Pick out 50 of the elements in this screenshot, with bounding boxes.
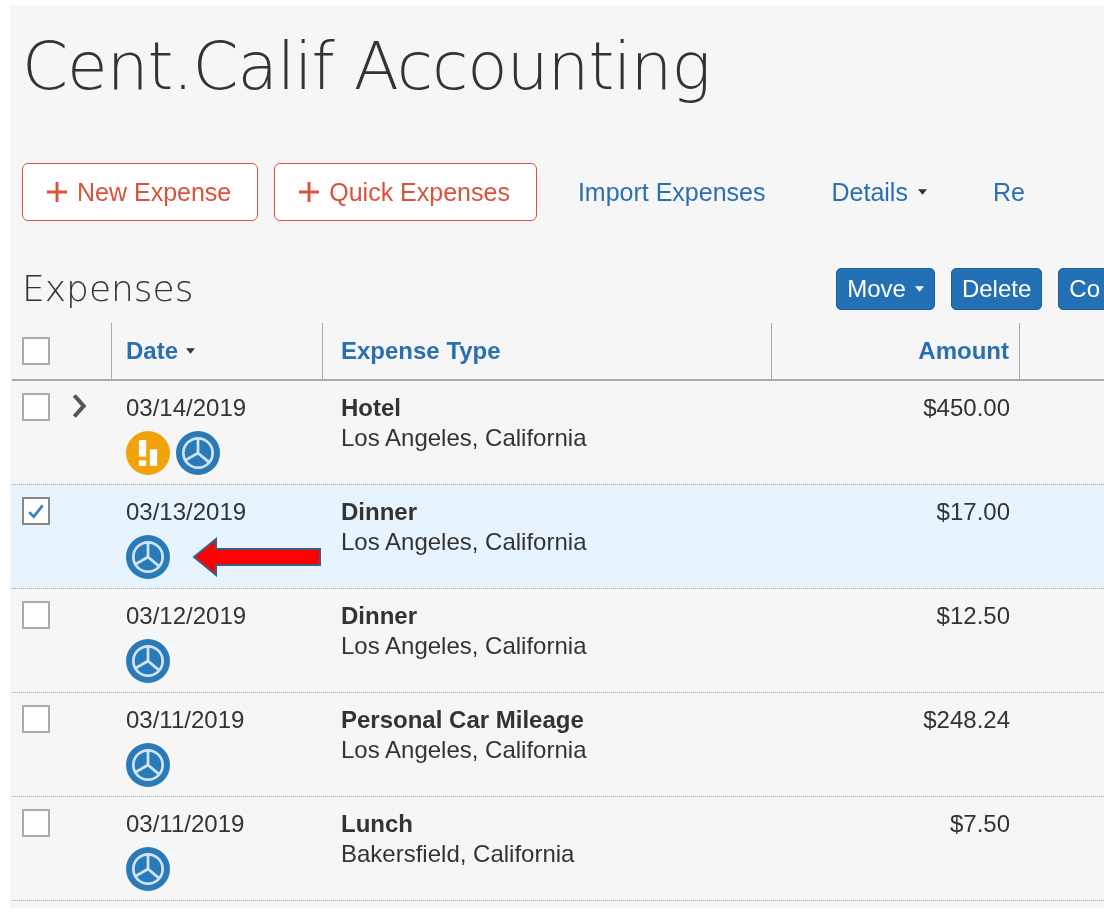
toolbar-menu[interactable]: Details <box>806 177 952 207</box>
date-text: 03/13/2019 <box>126 497 248 527</box>
checkbox[interactable] <box>22 337 50 365</box>
date-text: 03/12/2019 <box>126 601 248 631</box>
toolbar-button[interactable]: New Expense <box>22 163 259 221</box>
expense-type: Dinner <box>341 497 418 527</box>
table-row[interactable]: 03/13/2019 Dinner Los Angeles, California $17.00 <box>12 485 1104 589</box>
plus-icon <box>47 182 67 202</box>
amount-text: $12.50 <box>935 601 1010 631</box>
check-icon <box>27 503 45 519</box>
date-text: 03/14/2019 <box>126 393 248 423</box>
location-text: Bakersfield, California <box>341 839 576 869</box>
column-header[interactable]: Expense Type <box>341 337 501 365</box>
location-text: Los Angeles, California <box>341 423 588 453</box>
checkbox[interactable] <box>22 809 50 837</box>
toolbar-button[interactable]: Quick Expenses <box>274 163 537 221</box>
pie-chart-icon <box>126 639 170 683</box>
checkbox[interactable] <box>22 601 50 629</box>
amount-text: $17.00 <box>935 497 1010 527</box>
date-text: 03/11/2019 <box>126 705 246 735</box>
amount-text: $7.50 <box>948 809 1010 839</box>
action-button[interactable]: Delete <box>950 268 1043 310</box>
location-text: Los Angeles, California <box>341 527 588 557</box>
amount-text: $450.00 <box>922 393 1010 423</box>
location-text: Los Angeles, California <box>341 631 588 661</box>
pie-chart-icon <box>126 535 170 579</box>
expense-type: Hotel <box>341 393 402 423</box>
plus-icon <box>299 182 320 202</box>
page-title: Cent.Calif Accounting <box>22 27 711 107</box>
checkbox[interactable] <box>22 497 50 525</box>
menu-button[interactable]: Move <box>836 268 935 310</box>
action-button[interactable]: Co <box>1058 268 1104 310</box>
pie-chart-icon <box>126 847 170 891</box>
pie-chart-icon <box>126 743 170 787</box>
location-text: Los Angeles, California <box>341 735 588 765</box>
pie-chart-icon <box>176 431 220 475</box>
column-header[interactable]: Amount <box>918 337 1009 365</box>
checkbox[interactable] <box>22 393 50 421</box>
caret-icon <box>917 189 927 195</box>
column-header[interactable]: Date <box>126 337 196 365</box>
amount-text: $248.24 <box>922 705 1010 735</box>
expense-type: Lunch <box>341 809 414 839</box>
expense-type: Dinner <box>341 601 418 631</box>
checkbox[interactable] <box>22 705 50 733</box>
alert-icon <box>126 431 170 475</box>
toolbar-link[interactable]: Re <box>967 177 1050 207</box>
section-title: Expenses <box>22 267 195 311</box>
toolbar-link[interactable]: Import Expenses <box>552 177 791 207</box>
expense-type: Personal Car Mileage <box>341 705 585 735</box>
date-text: 03/11/2019 <box>126 809 246 839</box>
